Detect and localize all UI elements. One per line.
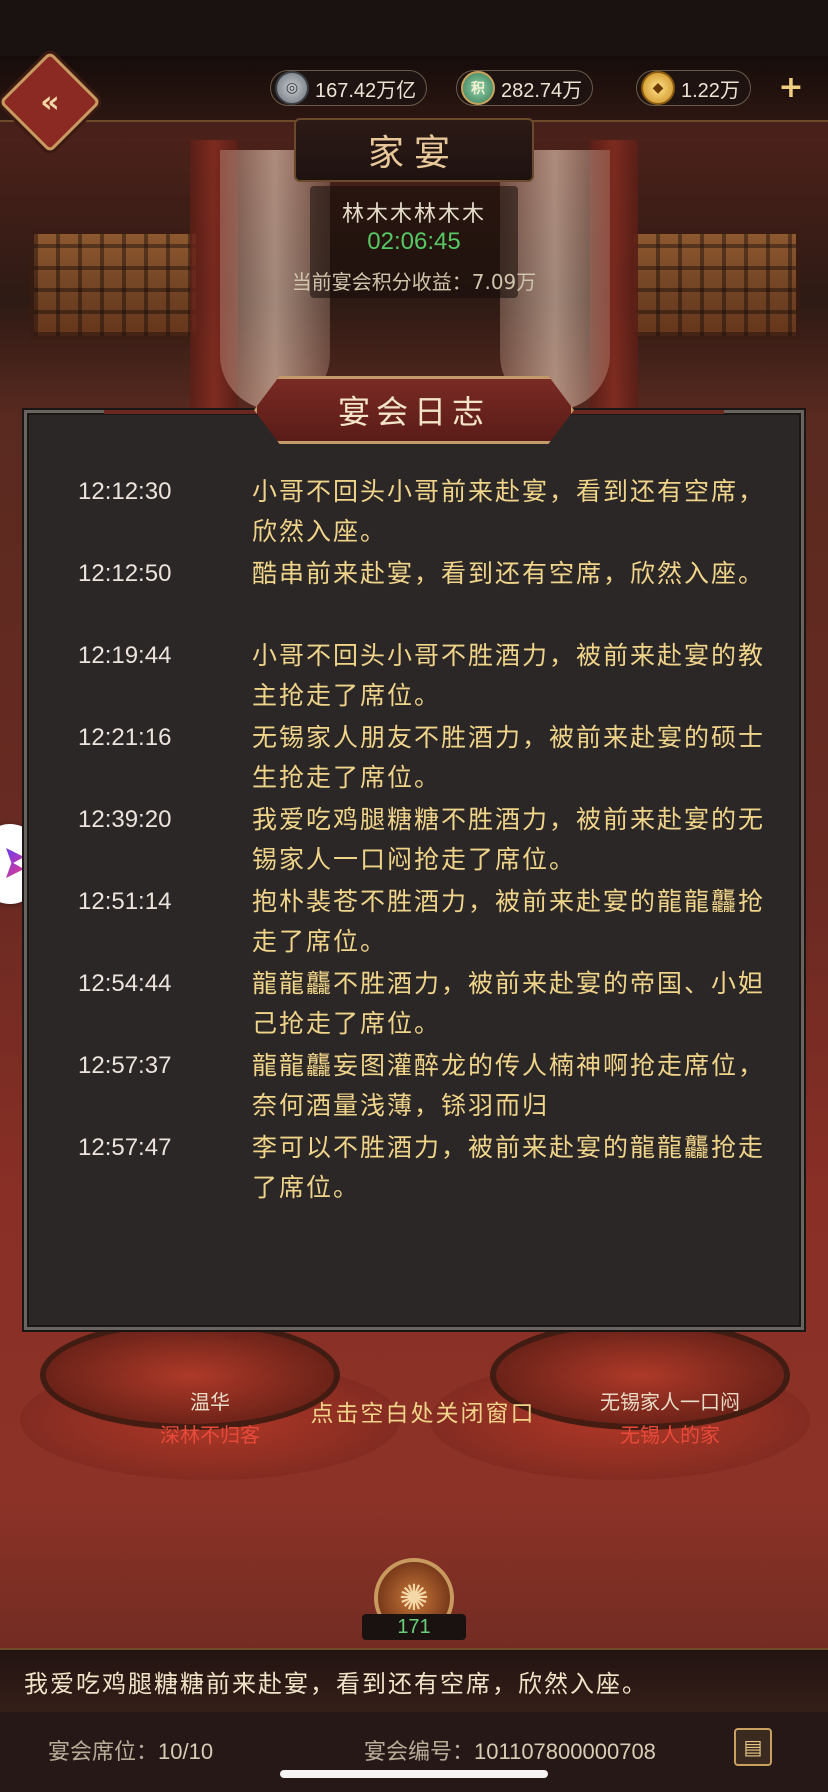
log-entry: 12:19:44 小哥不回头小哥不胜酒力，被前来赴宴的教主抢走了席位。 xyxy=(24,634,804,726)
log-time: 12:51:14 xyxy=(78,888,172,915)
copy-id-button[interactable]: ▤ xyxy=(734,1728,772,1766)
log-entry: 12:39:20 我爱吃鸡腿糖糖不胜酒力，被前来赴宴的无锡家人一口闷抢走了席位。 xyxy=(24,798,804,890)
jade-resource[interactable]: 积 282.74万 xyxy=(456,70,594,106)
flame-icon: ✺ xyxy=(398,1577,430,1619)
log-text: 我爱吃鸡腿糖糖不胜酒力，被前来赴宴的无锡家人一口闷抢走了席位。 xyxy=(252,805,766,874)
log-entry: 12:12:50 酷串前来赴宴，看到还有空席，欣然入座。 xyxy=(24,552,804,644)
log-entry: 12:51:14 抱朴裴苍不胜酒力，被前来赴宴的龍龍龘抢走了席位。 xyxy=(24,880,804,972)
banquet-id: 宴会编号：101107800000708 xyxy=(364,1734,656,1766)
seats-value: 10/10 xyxy=(158,1739,214,1764)
log-time: 12:19:44 xyxy=(78,642,172,669)
score-label: 当前宴会积分收益：7.09万 xyxy=(291,270,537,294)
log-entry: 12:12:30 小哥不回头小哥前来赴宴，看到还有空席，欣然入座。 xyxy=(24,470,804,562)
gold-amount: 1.22万 xyxy=(681,79,740,102)
log-time: 12:12:50 xyxy=(78,560,172,587)
seats-label: 宴会席位： xyxy=(48,1740,159,1765)
countdown-timer: 02:06:45 xyxy=(367,228,461,255)
banquet-id-value: 101107800000708 xyxy=(474,1739,656,1764)
silver-coin-icon: ◎ xyxy=(275,71,309,105)
log-text: 李可以不胜酒力，被前来赴宴的龍龍龘抢走了席位。 xyxy=(252,1133,766,1202)
ticker-text: 我爱吃鸡腿糖糖前来赴宴，看到还有空席，欣然入座。 xyxy=(24,1670,648,1698)
log-text: 抱朴裴苍不胜酒力，被前来赴宴的龍龍龘抢走了席位。 xyxy=(252,887,766,956)
jade-amount: 282.74万 xyxy=(501,79,583,102)
banquet-title-plate: 家宴 xyxy=(294,118,534,182)
silver-amount: 167.42万亿 xyxy=(315,79,417,102)
log-text: 无锡家人朋友不胜酒力，被前来赴宴的硕士生抢走了席位。 xyxy=(252,723,766,792)
gold-resource[interactable]: ◆ 1.22万 xyxy=(636,70,751,106)
assistant-logo-icon xyxy=(6,848,24,878)
log-time: 12:12:30 xyxy=(78,478,172,505)
gold-ingot-icon: ◆ xyxy=(641,71,675,105)
log-time: 12:57:47 xyxy=(78,1134,172,1161)
silver-resource[interactable]: ◎ 167.42万亿 xyxy=(270,70,428,106)
log-title: 宴会日志 xyxy=(337,393,490,431)
log-entry: 12:21:16 无锡家人朋友不胜酒力，被前来赴宴的硕士生抢走了席位。 xyxy=(24,716,804,808)
log-title-bar: 宴会日志 xyxy=(104,376,724,446)
log-text: 酷串前来赴宴，看到还有空席，欣然入座。 xyxy=(252,559,766,588)
log-entry: 12:57:47 李可以不胜酒力，被前来赴宴的龍龍龘抢走了席位。 xyxy=(24,1126,804,1218)
log-text: 龍龍龘不胜酒力，被前来赴宴的帝国、小妲己抢走了席位。 xyxy=(252,969,766,1038)
log-entry: 12:57:37 龍龍龘妄图灌醉龙的传人楠神啊抢走席位，奈何酒量浅薄，铩羽而归 xyxy=(24,1044,804,1136)
log-text: 龍龍龘妄图灌醉龙的传人楠神啊抢走席位，奈何酒量浅薄，铩羽而归 xyxy=(252,1051,766,1120)
news-ticker: 我爱吃鸡腿糖糖前来赴宴，看到还有空席，欣然入座。 xyxy=(0,1648,828,1712)
host-name: 林木木林木木 xyxy=(341,202,486,227)
close-hint: 点击空白处关闭窗口 xyxy=(310,1401,536,1427)
add-gold-button[interactable]: + xyxy=(776,73,806,104)
back-arrow-icon: « xyxy=(40,84,60,120)
banquet-title: 家宴 xyxy=(367,133,460,174)
log-time: 12:21:16 xyxy=(78,724,172,751)
log-text: 小哥不回头小哥前来赴宴，看到还有空席，欣然入座。 xyxy=(252,477,766,546)
banquet-id-label: 宴会编号： xyxy=(364,1740,475,1765)
guest-count: 171 xyxy=(362,1614,466,1640)
log-time: 12:57:37 xyxy=(78,1052,172,1079)
document-icon: ▤ xyxy=(743,1735,763,1759)
home-indicator[interactable] xyxy=(280,1770,548,1778)
seats-info: 宴会席位：10/10 xyxy=(48,1734,213,1766)
log-text: 小哥不回头小哥不胜酒力，被前来赴宴的教主抢走了席位。 xyxy=(252,641,766,710)
log-time: 12:54:44 xyxy=(78,970,172,997)
log-time: 12:39:20 xyxy=(78,806,172,833)
jade-token-icon: 积 xyxy=(461,71,495,105)
log-entry: 12:54:44 龍龍龘不胜酒力，被前来赴宴的帝国、小妲己抢走了席位。 xyxy=(24,962,804,1054)
